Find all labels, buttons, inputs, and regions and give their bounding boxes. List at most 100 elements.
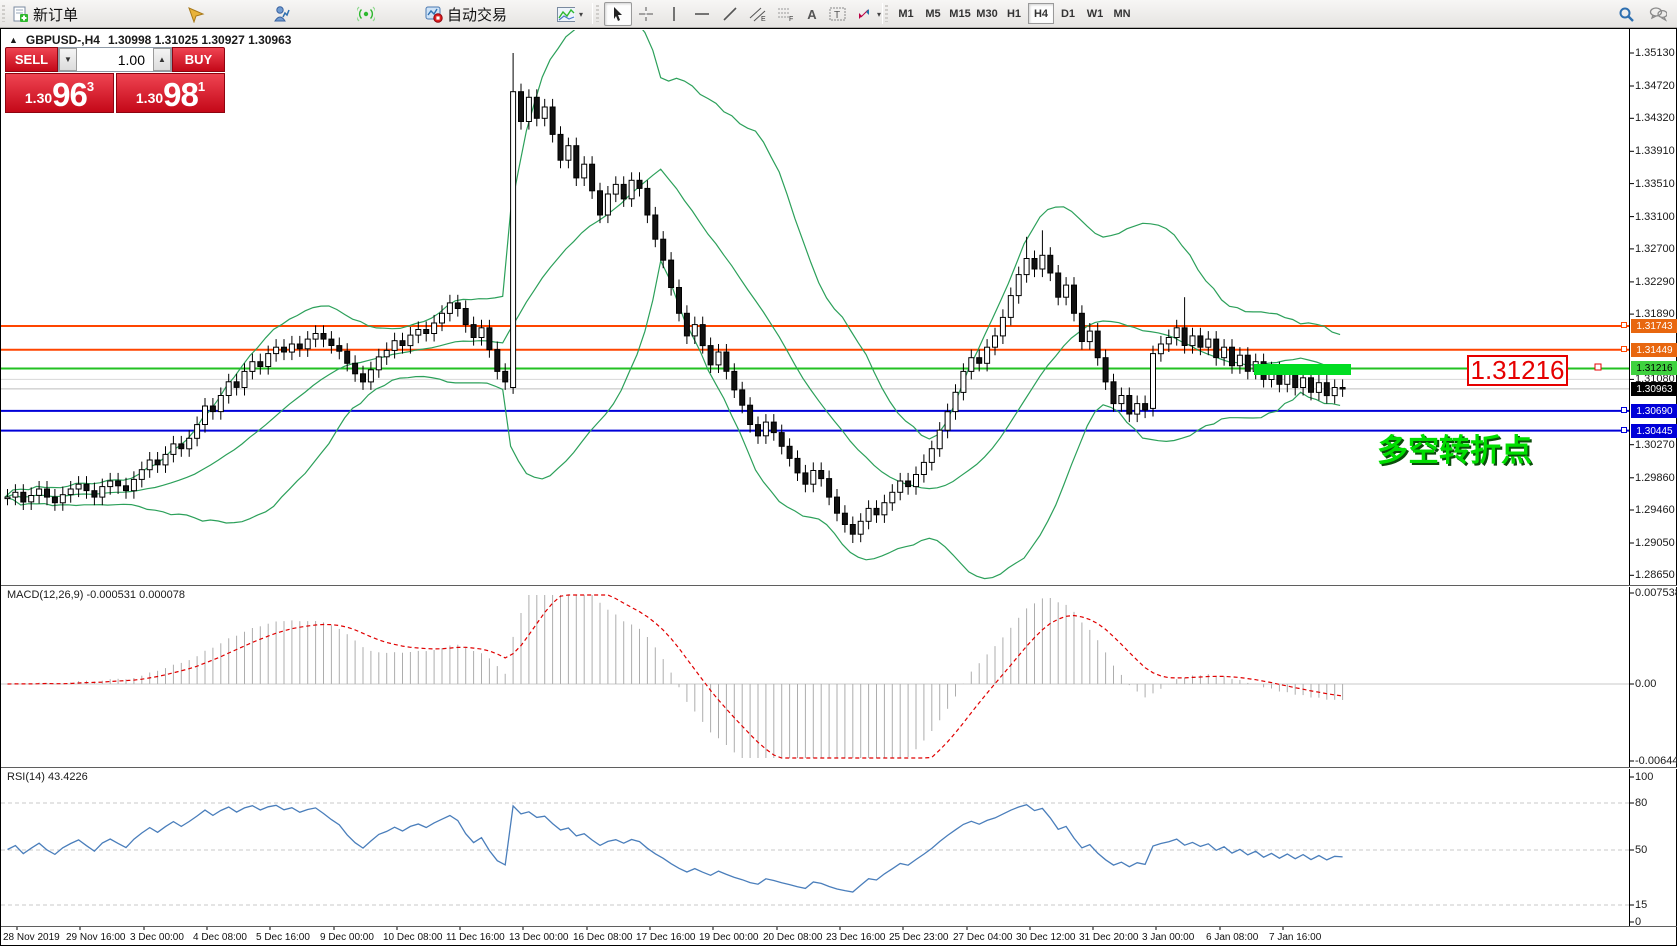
timeframe-m30[interactable]: M30: [974, 3, 1000, 24]
crosshair-tool-button[interactable]: [632, 2, 660, 26]
price-badge-1.30963[interactable]: 1.30963: [1631, 382, 1677, 396]
autotrading-icon: [425, 5, 443, 23]
green-highlight-bar[interactable]: [1254, 364, 1351, 375]
time-axis-divider: [1, 926, 1677, 927]
time-tick-label: 28 Nov 2019: [3, 932, 60, 943]
buy-price-box[interactable]: 1.30 98 1: [116, 73, 225, 113]
rsi-axis-label: 15: [1635, 899, 1647, 911]
buy-button[interactable]: BUY: [172, 47, 225, 72]
price-chart-canvas[interactable]: [1, 29, 1677, 947]
price-tick-label: 1.29460: [1635, 504, 1675, 516]
line-handle-square[interactable]: [1621, 427, 1627, 433]
line-handle-square[interactable]: [1621, 346, 1627, 352]
sell-price-box[interactable]: 1.30 96 3: [5, 73, 114, 113]
timeframe-m5[interactable]: M5: [920, 3, 946, 24]
text-label-tool-button[interactable]: T: [824, 2, 852, 26]
price-tick-label: 1.33510: [1635, 178, 1675, 190]
time-tick-label: 7 Jan 16:00: [1269, 932, 1321, 943]
price-tick-label: 1.35130: [1635, 47, 1675, 59]
price-tick-label: 1.32290: [1635, 276, 1675, 288]
rsi-label: RSI(14) 43.4226: [7, 771, 88, 783]
crosshair-icon: [637, 5, 655, 23]
chat-button[interactable]: [1644, 2, 1672, 26]
timeframe-mn[interactable]: MN: [1109, 3, 1135, 24]
chat-icon: [1649, 5, 1667, 23]
collapse-arrow-icon[interactable]: ▲: [9, 35, 18, 45]
toolbar-grip: [885, 5, 888, 22]
time-tick-label: 6 Jan 08:00: [1206, 932, 1258, 943]
price-tick-label: 1.33100: [1635, 211, 1675, 223]
callout-handle-square[interactable]: [1595, 364, 1601, 370]
svg-text:T: T: [834, 10, 840, 21]
trendline-tool-button[interactable]: [716, 2, 744, 26]
timeframe-h1[interactable]: H1: [1001, 3, 1027, 24]
person-chart-icon: [273, 5, 291, 23]
signal-button[interactable]: [352, 2, 380, 26]
timeframe-w1[interactable]: W1: [1082, 3, 1108, 24]
symbol-period-label: GBPUSD-,H4: [26, 33, 100, 47]
sell-price-prefix: 1.30: [25, 91, 52, 105]
price-badge-1.30690[interactable]: 1.30690: [1631, 404, 1677, 418]
vertical-line-tool-button[interactable]: [660, 2, 688, 26]
timeframe-m15[interactable]: M15: [947, 3, 973, 24]
line-handle-square[interactable]: [1621, 322, 1627, 328]
time-tick-label: 9 Dec 00:00: [320, 932, 374, 943]
turning-point-annotation[interactable]: 多空转折点: [1377, 425, 1532, 470]
market-watch-button[interactable]: [268, 2, 296, 26]
chart-title: ▲ GBPUSD-,H4 1.30998 1.31025 1.30927 1.3…: [9, 33, 291, 47]
price-callout-label[interactable]: 1.31216: [1467, 355, 1568, 386]
text-tool-button[interactable]: A: [798, 2, 826, 26]
main-toolbar: 新订单 自动交易 ▾: [0, 0, 1677, 28]
rsi-axis-label: 100: [1635, 771, 1653, 783]
price-badge-1.31743[interactable]: 1.31743: [1631, 319, 1677, 333]
time-tick-label: 13 Dec 00:00: [509, 932, 569, 943]
text-label-icon: T: [829, 5, 847, 23]
price-badge-1.31449[interactable]: 1.31449: [1631, 343, 1677, 357]
price-badge-1.31216[interactable]: 1.31216: [1631, 361, 1677, 375]
arrow-objects-icon: [855, 5, 873, 23]
new-order-label: 新订单: [33, 4, 78, 25]
buy-price-prefix: 1.30: [136, 91, 163, 105]
toolbar-separator: [882, 3, 883, 24]
toolbar-grip: [2, 5, 5, 22]
templates-button[interactable]: ▾: [552, 2, 588, 26]
cursor-tool-button[interactable]: [604, 2, 632, 26]
rsi-axis-label: 0: [1635, 916, 1641, 928]
cursor-icon: [609, 5, 627, 23]
time-tick-label: 10 Dec 08:00: [383, 932, 443, 943]
fibonacci-tool-button[interactable]: F: [772, 2, 800, 26]
macd-axis-label: -0.006446: [1635, 755, 1677, 767]
time-tick-label: 11 Dec 16:00: [446, 932, 505, 943]
timeframe-h4[interactable]: H4: [1028, 3, 1054, 24]
time-tick-label: 19 Dec 00:00: [699, 932, 759, 943]
new-order-button[interactable]: 新订单: [6, 2, 83, 26]
time-tick-label: 4 Dec 08:00: [193, 932, 247, 943]
channel-tool-button[interactable]: E: [744, 2, 772, 26]
price-tick-label: 1.28650: [1635, 569, 1675, 581]
buy-price-pip: 1: [198, 80, 205, 93]
fibonacci-icon: F: [777, 5, 795, 23]
macd-histogram: [8, 595, 1343, 758]
equidistant-channel-icon: E: [749, 5, 767, 23]
arrows-tool-button[interactable]: ▾: [850, 2, 886, 26]
candles: [5, 53, 1345, 543]
sell-price-main: 96: [52, 81, 87, 109]
horizontal-line-icon: [693, 5, 711, 23]
timeframe-m1[interactable]: M1: [893, 3, 919, 24]
price-tick-label: 1.29050: [1635, 537, 1675, 549]
volume-input[interactable]: 1.00: [77, 48, 153, 71]
volume-increase-button[interactable]: ▲: [153, 48, 171, 71]
new-order-icon: [11, 5, 29, 23]
chart-template-icon: [557, 5, 575, 23]
volume-decrease-button[interactable]: ▼: [59, 48, 77, 71]
price-badge-1.30445[interactable]: 1.30445: [1631, 424, 1677, 438]
search-button[interactable]: [1612, 2, 1640, 26]
sell-button[interactable]: SELL: [5, 47, 58, 72]
timeframe-d1[interactable]: D1: [1055, 3, 1081, 24]
line-handle-square[interactable]: [1621, 407, 1627, 413]
svg-text:F: F: [789, 16, 793, 22]
macd-axis-label: 0.007538: [1635, 587, 1677, 599]
chart-profile-button[interactable]: [182, 2, 210, 26]
autotrading-button[interactable]: 自动交易: [420, 2, 512, 26]
horizontal-line-tool-button[interactable]: [688, 2, 716, 26]
